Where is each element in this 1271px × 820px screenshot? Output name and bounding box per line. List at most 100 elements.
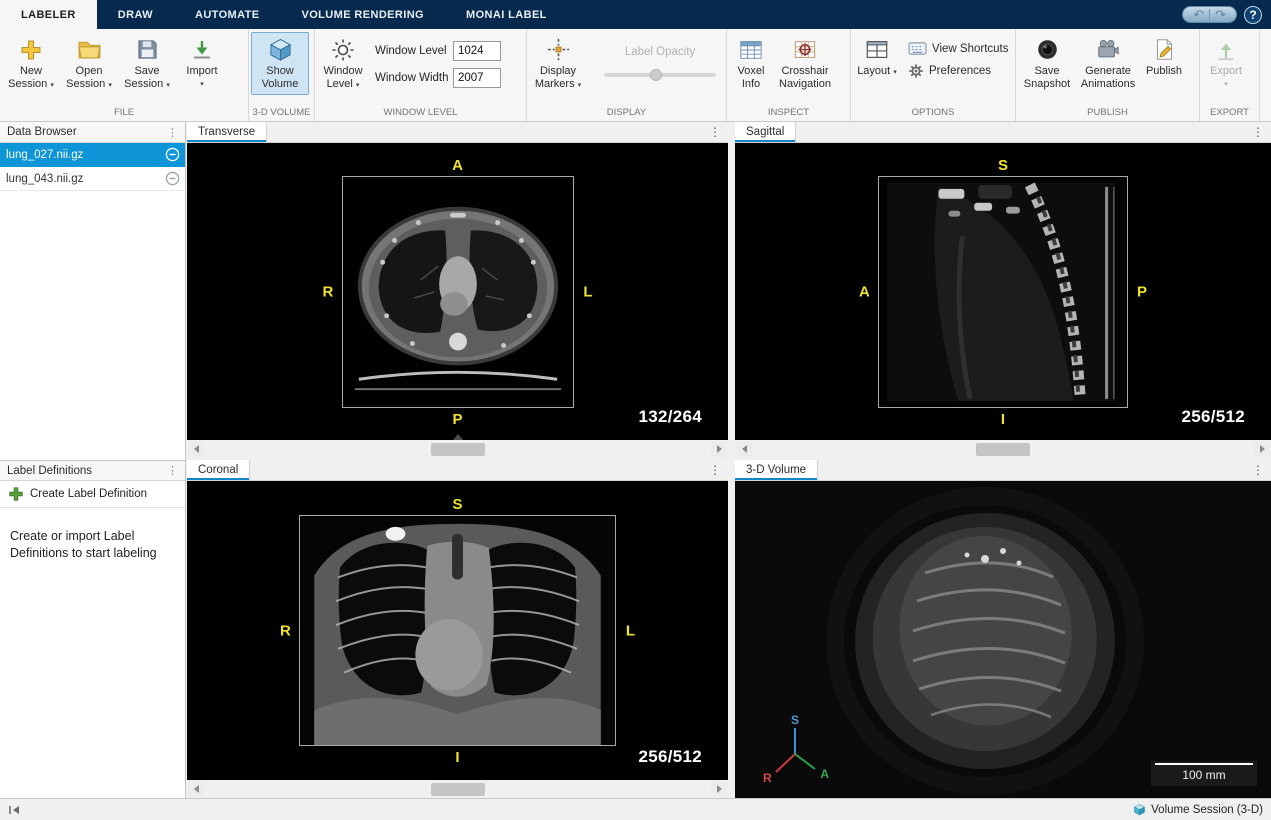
show-volume-cube-icon	[268, 36, 293, 63]
tab-coronal[interactable]: Coronal	[187, 460, 250, 480]
view-shortcuts-button[interactable]: View Shortcuts	[905, 40, 1012, 57]
tab-sagittal[interactable]: Sagittal	[735, 122, 796, 142]
crosshair-navigation-button[interactable]: Crosshair Navigation	[773, 32, 837, 95]
tab-volume-rendering[interactable]: VOLUME RENDERING	[280, 0, 445, 29]
scrollbar-track[interactable]	[205, 782, 710, 797]
window-level-button[interactable]: Window Level ▾	[317, 32, 369, 96]
scale-bar-line	[1155, 763, 1253, 765]
scale-bar: 100 mm	[1151, 761, 1257, 786]
transverse-ct-image	[343, 177, 573, 407]
new-session-button[interactable]: New Session ▾	[2, 32, 60, 96]
coronal-scrollbar[interactable]	[187, 780, 728, 798]
help-button[interactable]: ?	[1244, 6, 1262, 24]
undo-icon[interactable]: ↶	[1190, 8, 1207, 21]
orientation-label: R	[280, 622, 291, 639]
sagittal-scrollbar[interactable]	[735, 440, 1271, 458]
orientation-label: P	[1137, 283, 1147, 300]
sagittal-ct-slice: S A P I	[878, 176, 1128, 408]
volume-cube-icon	[1133, 803, 1146, 816]
overflow-menu-icon[interactable]: ⋮	[702, 460, 728, 480]
save-session-button[interactable]: Save Session ▾	[118, 32, 176, 96]
ribbon-section-export: Export ▾ EXPORT	[1200, 29, 1260, 121]
voxel-info-button[interactable]: Voxel Info	[729, 32, 773, 95]
orientation-label: S	[452, 496, 462, 513]
sagittal-header: Sagittal ⋮	[735, 122, 1271, 143]
crosshair-navigation-label: Crosshair Navigation	[779, 65, 831, 90]
tab-labeler[interactable]: LABELER	[0, 0, 97, 29]
display-markers-button[interactable]: Display Markers ▾	[529, 32, 587, 96]
scroll-left-icon[interactable]	[736, 442, 752, 457]
window-level-input[interactable]	[453, 41, 501, 61]
show-volume-toggle[interactable]: Show Volume	[251, 32, 309, 95]
orientation-label: A	[859, 283, 870, 300]
overflow-menu-icon[interactable]: ⋮	[167, 464, 178, 477]
redo-icon[interactable]: ↷	[1212, 8, 1229, 21]
transverse-image-area[interactable]: A R L P 132/264	[187, 143, 728, 440]
section-label-publish: PUBLISH	[1016, 106, 1199, 121]
transverse-scrollbar[interactable]	[187, 440, 728, 458]
overflow-menu-icon[interactable]: ⋮	[167, 126, 178, 139]
window-width-input[interactable]	[453, 68, 501, 88]
overflow-menu-icon[interactable]: ⋮	[702, 122, 728, 142]
data-browser-item[interactable]: lung_027.nii.gz	[0, 143, 185, 167]
section-label-inspect: INSPECT	[727, 106, 850, 121]
dropdown-arrow-icon: ▾	[166, 82, 170, 89]
label-definitions-hint: Create or import Label Definitions to st…	[10, 528, 175, 562]
label-opacity-slider	[604, 73, 716, 77]
sagittal-image-area[interactable]: S A P I 256/512	[735, 143, 1271, 440]
publish-button[interactable]: Publish	[1140, 32, 1188, 82]
scrollbar-thumb[interactable]	[431, 443, 485, 456]
scrollbar-thumb[interactable]	[976, 443, 1030, 456]
data-browser-item[interactable]: lung_043.nii.gz	[0, 167, 185, 191]
ribbon-section-options: Layout ▾ View Shortcuts Preferences OPTI…	[851, 29, 1016, 121]
coronal-image-area[interactable]: S R L I 256/512	[187, 481, 728, 780]
ribbon-toolstrip: New Session ▾ Open Session ▾ Save Sessio…	[0, 29, 1271, 122]
ribbon-section-3d-volume: Show Volume 3-D VOLUME	[249, 29, 315, 121]
axis-orientation-indicator: S R A	[765, 716, 825, 782]
tab-automate[interactable]: AUTOMATE	[174, 0, 281, 29]
layout-button[interactable]: Layout ▾	[853, 32, 901, 83]
scroll-right-icon[interactable]	[711, 782, 727, 797]
collapse-panel-icon[interactable]	[8, 805, 20, 815]
overflow-menu-icon[interactable]: ⋮	[1245, 460, 1271, 480]
add-label-icon	[8, 486, 24, 502]
tab-transverse[interactable]: Transverse	[187, 122, 267, 142]
publish-label: Publish	[1146, 65, 1182, 77]
scrollbar-thumb[interactable]	[431, 783, 485, 796]
save-snapshot-button[interactable]: Save Snapshot	[1018, 32, 1076, 95]
volume-render-area[interactable]: S R A 100 mm	[735, 481, 1271, 798]
scrollbar-track[interactable]	[205, 442, 710, 457]
view-shortcuts-label: View Shortcuts	[932, 43, 1009, 55]
new-session-icon	[19, 36, 43, 63]
import-label: Import	[186, 65, 217, 77]
tab-monai-label[interactable]: MONAI LABEL	[445, 0, 568, 29]
publish-icon	[1153, 36, 1176, 63]
window-width-label: Window Width	[375, 72, 453, 84]
divider	[1209, 9, 1210, 20]
tab-3d-volume[interactable]: 3-D Volume	[735, 460, 818, 480]
volume-file-name: lung_027.nii.gz	[6, 149, 83, 161]
generate-animations-button[interactable]: Generate Animations	[1076, 32, 1140, 95]
scroll-left-icon[interactable]	[188, 442, 204, 457]
scroll-right-icon[interactable]	[1254, 442, 1270, 457]
label-definitions-panel: Label Definitions ⋮ Create Label Definit…	[0, 460, 185, 562]
overflow-menu-icon[interactable]: ⋮	[1245, 122, 1271, 142]
import-button[interactable]: Import ▾	[176, 32, 228, 95]
open-session-button[interactable]: Open Session ▾	[60, 32, 118, 96]
slice-indicator: 256/512	[638, 747, 702, 767]
label-definitions-title: Label Definitions	[7, 465, 92, 477]
preferences-label: Preferences	[929, 65, 991, 77]
session-status: Volume Session (3-D)	[1133, 803, 1263, 816]
remove-circle-icon[interactable]	[165, 147, 180, 162]
preferences-button[interactable]: Preferences	[905, 62, 1012, 80]
scroll-left-icon[interactable]	[188, 782, 204, 797]
orientation-label: R	[323, 283, 334, 300]
remove-circle-icon[interactable]	[165, 171, 180, 186]
scrollbar-track[interactable]	[753, 442, 1253, 457]
tab-draw[interactable]: DRAW	[97, 0, 174, 29]
create-label-definition-button[interactable]: Create Label Definition	[0, 481, 185, 508]
slice-indicator: 256/512	[1181, 407, 1245, 427]
voxel-info-label: Voxel Info	[738, 65, 765, 90]
scroll-right-icon[interactable]	[711, 442, 727, 457]
volume-header: 3-D Volume ⋮	[735, 460, 1271, 481]
